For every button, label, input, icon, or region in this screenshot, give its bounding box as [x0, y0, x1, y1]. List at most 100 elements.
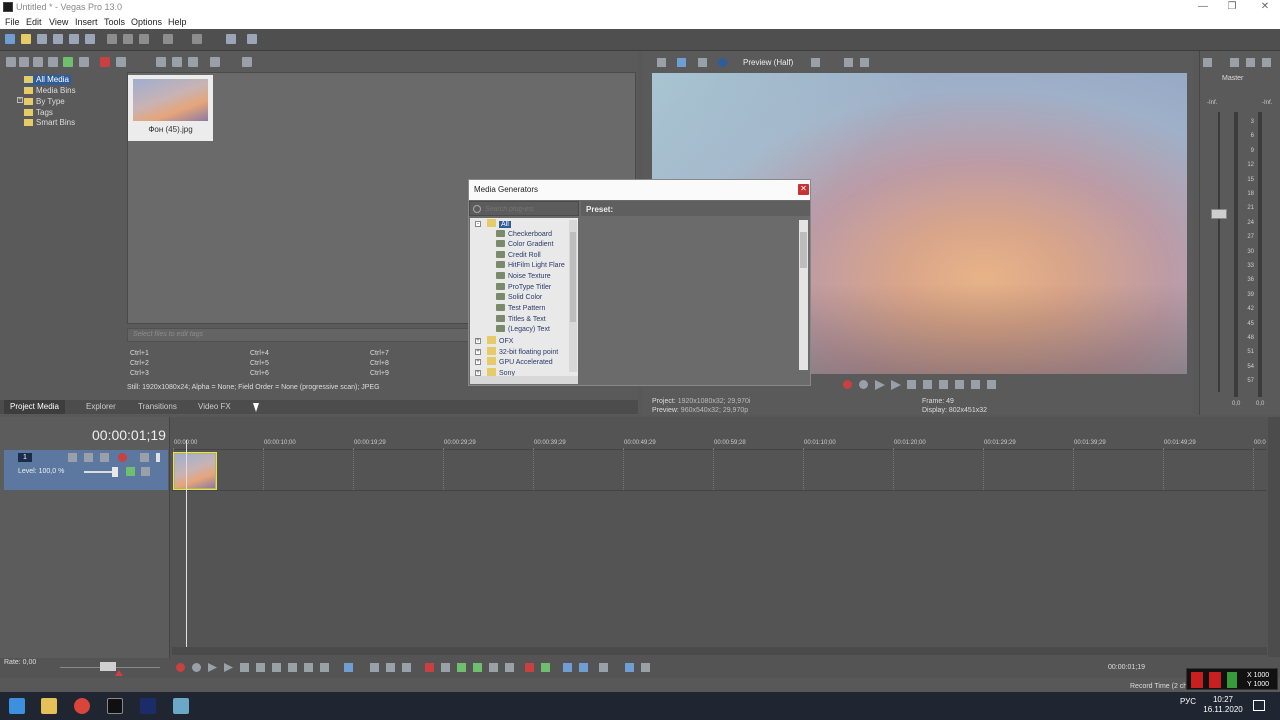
- redo-icon[interactable]: [192, 34, 202, 44]
- auto-crossfade-icon[interactable]: [579, 663, 588, 672]
- envelope-tool-icon[interactable]: [370, 663, 379, 672]
- trim-icon[interactable]: [441, 663, 450, 672]
- properties-icon[interactable]: [85, 34, 95, 44]
- collapse-toggle-icon[interactable]: -: [475, 221, 481, 227]
- app-icon[interactable]: [173, 698, 189, 714]
- record-button[interactable]: [176, 663, 185, 672]
- stop-media-icon[interactable]: [172, 57, 182, 67]
- generator-legacy-text[interactable]: (Legacy) Text: [496, 325, 550, 335]
- timeline-vertical-scrollbar[interactable]: [1268, 417, 1280, 657]
- restore-button[interactable]: ❐: [1220, 0, 1244, 15]
- input-language[interactable]: РУС: [1180, 697, 1196, 706]
- pause-button[interactable]: [907, 380, 916, 389]
- previous-frame-button[interactable]: [971, 380, 980, 389]
- loop-playback-button[interactable]: [859, 380, 868, 389]
- timeline-horizontal-scrollbar[interactable]: [172, 647, 1267, 655]
- media-thumbnail[interactable]: Фон (45).jpg: [128, 75, 213, 141]
- generator-noise-texture[interactable]: Noise Texture: [496, 272, 551, 282]
- rate-slider-handle[interactable]: [100, 662, 116, 671]
- save-snapshot-icon[interactable]: [860, 58, 869, 67]
- plugin-tree-horizontal-scrollbar[interactable]: [470, 376, 578, 384]
- save-as-icon[interactable]: [53, 34, 63, 44]
- generator-hitfilm-light-flare[interactable]: HitFilm Light Flare: [496, 261, 565, 271]
- copy-icon[interactable]: [123, 34, 133, 44]
- dialog-close-button[interactable]: ✕: [798, 184, 809, 195]
- vegas-taskbar-icon[interactable]: [107, 698, 123, 714]
- trim-end-icon[interactable]: [473, 663, 482, 672]
- preset-list[interactable]: [581, 218, 810, 368]
- remove-media-icon[interactable]: [48, 57, 58, 67]
- undo-icon[interactable]: [163, 34, 173, 44]
- tree-folder-ofx[interactable]: OFX: [487, 336, 513, 346]
- notifications-icon[interactable]: [1253, 700, 1265, 711]
- menu-tools[interactable]: Tools: [104, 17, 125, 27]
- chrome-icon[interactable]: [74, 698, 90, 714]
- tree-folder-all[interactable]: All: [487, 219, 511, 229]
- preview-properties-icon[interactable]: [657, 58, 666, 67]
- normal-edit-tool-icon[interactable]: [344, 663, 353, 672]
- save-icon[interactable]: [37, 34, 47, 44]
- generator-protype-titler[interactable]: ProType Titler: [496, 283, 551, 293]
- external-monitor-icon[interactable]: [677, 58, 686, 67]
- split-screen-icon[interactable]: [718, 58, 727, 67]
- composite-child-icon[interactable]: [126, 467, 135, 476]
- paste-icon[interactable]: [139, 34, 149, 44]
- generator-solid-color[interactable]: Solid Color: [496, 293, 542, 303]
- expand-toggle-icon[interactable]: +: [475, 349, 481, 355]
- master-fx-icon[interactable]: [1230, 58, 1239, 67]
- tree-item-all-media[interactable]: All Media: [24, 75, 71, 85]
- auto-preview-icon[interactable]: [188, 57, 198, 67]
- playhead-cursor[interactable]: [186, 440, 187, 650]
- trim-start-icon[interactable]: [457, 663, 466, 672]
- split-icon[interactable]: [489, 663, 498, 672]
- menu-insert[interactable]: Insert: [75, 17, 98, 27]
- auto-ripple-icon[interactable]: [599, 663, 608, 672]
- file-explorer-icon[interactable]: [41, 698, 57, 714]
- minimize-button[interactable]: —: [1191, 0, 1215, 15]
- pause-button[interactable]: [240, 663, 249, 672]
- track-settings-icon[interactable]: [118, 453, 127, 462]
- zoom-tool-icon[interactable]: [402, 663, 411, 672]
- timeline-timecode[interactable]: 00:00:01;19: [92, 427, 166, 443]
- tree-item-tags[interactable]: Tags: [24, 108, 53, 118]
- solo-track-icon[interactable]: [156, 453, 160, 462]
- copy-snapshot-icon[interactable]: [844, 58, 853, 67]
- lock-envelopes-icon[interactable]: [625, 663, 634, 672]
- tab-explorer[interactable]: Explorer: [80, 400, 122, 414]
- cut-icon[interactable]: [107, 34, 117, 44]
- photoshop-icon[interactable]: [140, 698, 156, 714]
- tree-item-by-type[interactable]: By Type: [24, 97, 65, 107]
- generator-test-pattern[interactable]: Test Pattern: [496, 304, 545, 314]
- search-icon[interactable]: [242, 57, 252, 67]
- menu-view[interactable]: View: [49, 17, 68, 27]
- video-clip[interactable]: [173, 452, 217, 490]
- close-button[interactable]: ✕: [1253, 0, 1277, 15]
- stop-button[interactable]: [256, 663, 265, 672]
- go-to-end-button[interactable]: [288, 663, 297, 672]
- enable-snapping-icon[interactable]: [563, 663, 572, 672]
- expand-toggle-icon[interactable]: +: [475, 359, 481, 365]
- overlays-icon[interactable]: [811, 58, 820, 67]
- whats-this-help-icon[interactable]: [247, 34, 257, 44]
- next-frame-button[interactable]: [320, 663, 329, 672]
- generator-titles-and-text[interactable]: Titles & Text: [496, 315, 546, 325]
- search-media-icon[interactable]: [79, 57, 89, 67]
- tab-project-media[interactable]: Project Media: [4, 400, 65, 414]
- selection-tool-icon[interactable]: [386, 663, 395, 672]
- record-button[interactable]: [843, 380, 852, 389]
- import-media-icon[interactable]: [6, 57, 16, 67]
- video-fx-icon[interactable]: [698, 58, 707, 67]
- insert-region-icon[interactable]: [541, 663, 550, 672]
- taskbar-clock[interactable]: 10:27 16.11.2020: [1198, 695, 1248, 715]
- go-to-end-button[interactable]: [955, 380, 964, 389]
- add-bin-icon[interactable]: [63, 57, 73, 67]
- generator-checkerboard[interactable]: Checkerboard: [496, 230, 552, 240]
- delete-icon[interactable]: [100, 57, 110, 67]
- start-button-icon[interactable]: [9, 698, 25, 714]
- generator-color-gradient[interactable]: Color Gradient: [496, 240, 554, 250]
- track-motion-icon[interactable]: [68, 453, 77, 462]
- go-to-start-button[interactable]: [272, 663, 281, 672]
- master-mute-icon[interactable]: [1246, 58, 1255, 67]
- tab-transitions[interactable]: Transitions: [132, 400, 183, 414]
- generator-credit-roll[interactable]: Credit Roll: [496, 251, 541, 261]
